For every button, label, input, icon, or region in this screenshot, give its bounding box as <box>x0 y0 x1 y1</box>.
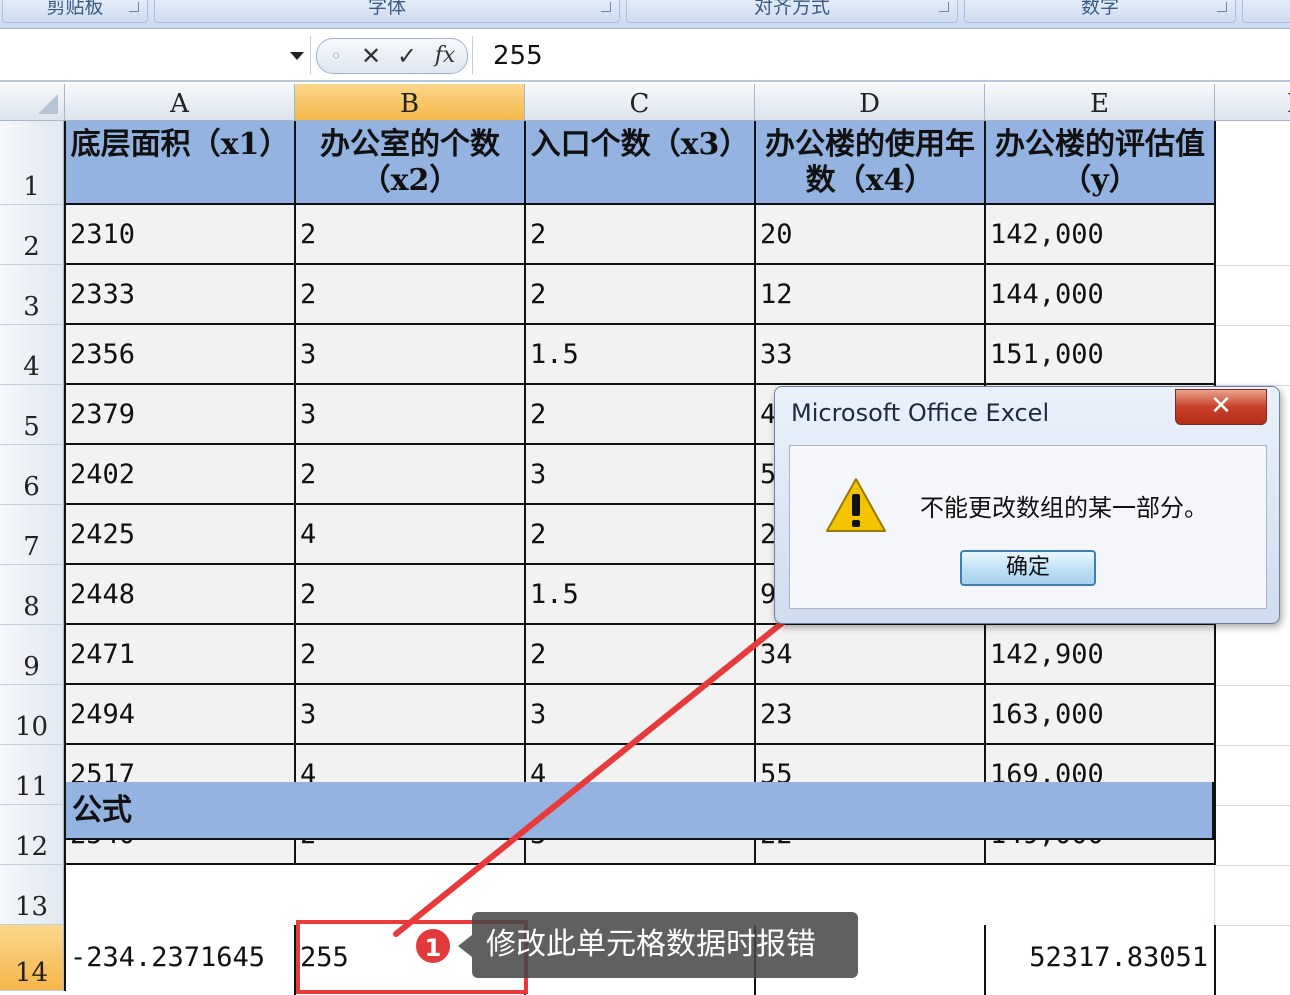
dialog-body: 不能更改数组的某一部分。 确定 <box>789 445 1267 609</box>
callout-pointer <box>458 935 472 957</box>
error-dialog: Microsoft Office Excel ✕ 不能更改数组的某一部分。 确定 <box>774 386 1280 624</box>
step-badge: 1 <box>414 927 452 965</box>
annotation-callout: 修改此单元格数据时报错 <box>472 912 858 978</box>
dialog-message: 不能更改数组的某一部分。 <box>920 494 1208 522</box>
warning-icon <box>826 478 886 532</box>
close-icon[interactable]: ✕ <box>1175 389 1267 425</box>
ok-button[interactable]: 确定 <box>960 550 1096 586</box>
dialog-title: Microsoft Office Excel <box>791 399 1050 427</box>
